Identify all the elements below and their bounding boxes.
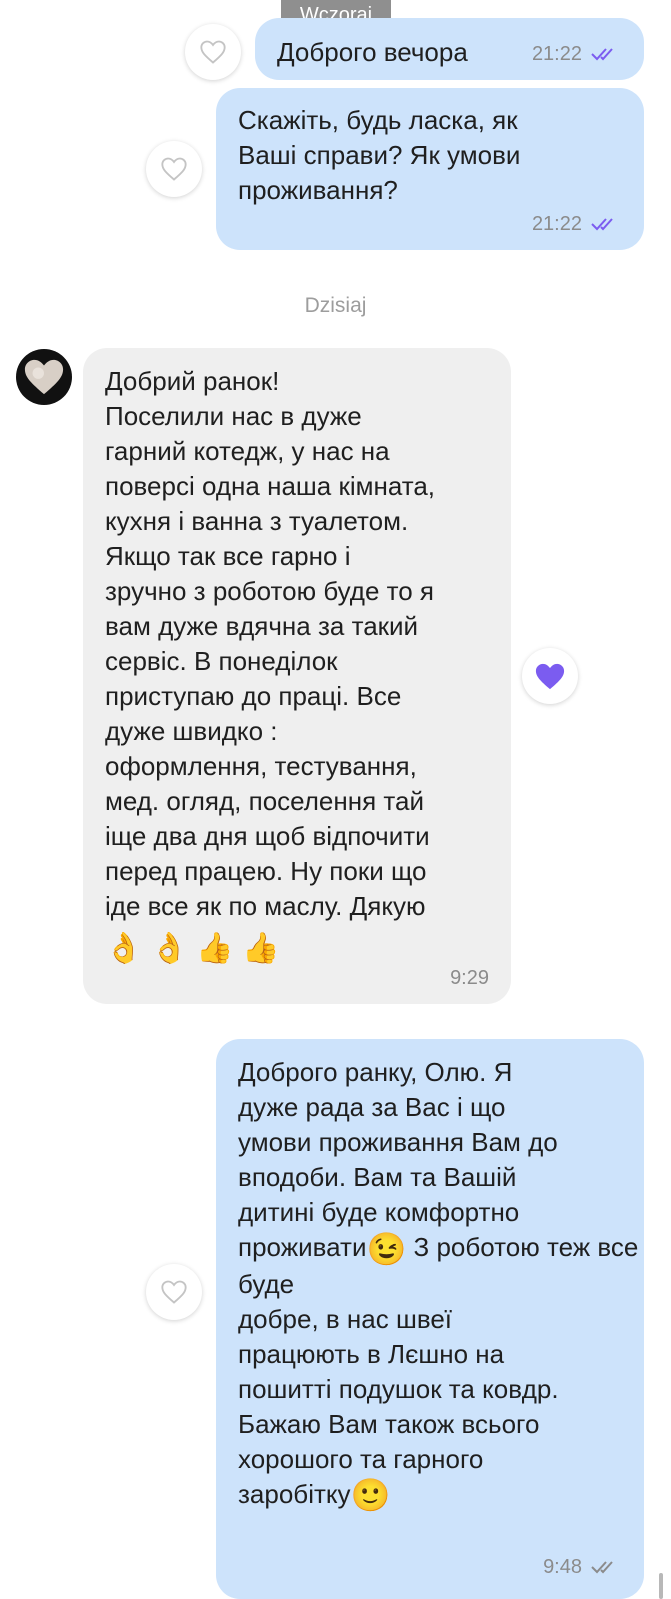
message-time: 21:22: [531, 213, 582, 235]
message-time: 9:48: [543, 1556, 582, 1578]
heart-outline-icon: [161, 1280, 187, 1304]
ok-hand-emoji: 👌: [105, 932, 143, 966]
message-meta: 21:22: [532, 214, 622, 234]
message-text: Скажіть, будь ласка, як Ваші справи? Як …: [238, 105, 521, 205]
like-button-active[interactable]: [522, 648, 578, 704]
like-button[interactable]: [146, 141, 202, 197]
message-meta: 9:29: [450, 968, 489, 988]
ok-hand-emoji: 👌: [150, 932, 189, 966]
heart-outline-icon: [161, 157, 187, 181]
message-text: Добрий ранок! Поселили нас в дуже гарний…: [105, 366, 436, 921]
double-check-icon: [591, 48, 613, 61]
message-incoming-1[interactable]: Добрий ранок! Поселили нас в дуже гарний…: [83, 348, 511, 1004]
thumbs-up-emoji: 👍: [242, 932, 280, 966]
message-meta: 21:22: [532, 44, 622, 64]
message-outgoing-1[interactable]: Доброго вечора 21:22: [255, 18, 644, 80]
thumbs-up-emoji: 👍: [196, 932, 234, 966]
scrollbar[interactable]: [659, 1573, 663, 1599]
message-outgoing-2[interactable]: Скажіть, будь ласка, як Ваші справи? Як …: [216, 88, 644, 250]
message-emoji-row: 👌 👌 👍 👍: [105, 928, 511, 969]
message-text-part-2: З роботою теж все буде добре, в нас швеї…: [238, 1232, 639, 1509]
wink-emoji: 😉: [366, 1230, 407, 1267]
heart-filled-icon: [535, 663, 565, 689]
message-time: 9:29: [450, 967, 489, 989]
heart-outline-icon: [200, 40, 226, 64]
message-meta: 9:48: [543, 1557, 622, 1577]
avatar-heart-icon: [24, 359, 64, 395]
like-button[interactable]: [146, 1264, 202, 1320]
double-check-icon: [591, 1561, 613, 1574]
like-button[interactable]: [185, 24, 241, 80]
message-outgoing-3[interactable]: Доброго ранку, Олю. Я дуже рада за Вас і…: [216, 1039, 644, 1599]
message-time: 21:22: [531, 43, 582, 65]
date-label-today: Dzisiaj: [304, 294, 367, 317]
double-check-icon: [591, 218, 613, 231]
avatar[interactable]: [16, 349, 72, 405]
smile-emoji: 🙂: [350, 1477, 391, 1514]
